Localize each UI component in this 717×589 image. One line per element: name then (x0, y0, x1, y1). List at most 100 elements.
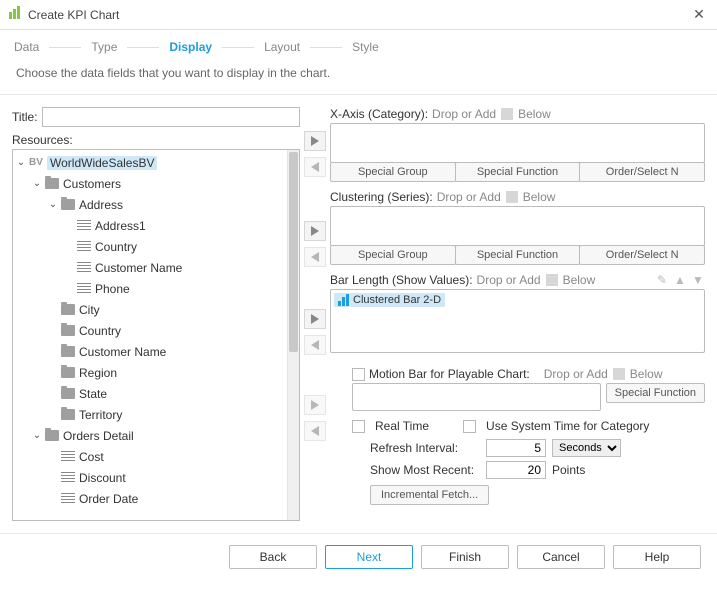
step-separator (49, 47, 81, 48)
incremental-fetch-button[interactable]: Incremental Fetch... (370, 485, 489, 505)
barlength-label: Bar Length (Show Values): (330, 273, 473, 287)
bar-chart-icon (338, 294, 349, 306)
help-button[interactable]: Help (613, 545, 701, 569)
tree-field[interactable]: Region (77, 366, 117, 380)
window-title: Create KPI Chart (28, 8, 689, 22)
next-button[interactable]: Next (325, 545, 413, 569)
step-type[interactable]: Type (91, 40, 117, 54)
tree-field[interactable]: City (77, 303, 100, 317)
motion-section: Motion Bar for Playable Chart: Drop or A… (330, 367, 705, 411)
add-arrow-right[interactable] (304, 395, 326, 415)
order-select-n-button[interactable]: Order/Select N (579, 245, 705, 265)
tree-field[interactable]: Country (77, 324, 121, 338)
below-label: Below (563, 273, 596, 287)
order-select-n-button[interactable]: Order/Select N (579, 162, 705, 182)
field-icon (59, 493, 77, 504)
drop-hint: Drop or Add (432, 107, 496, 121)
add-icon[interactable] (500, 107, 514, 121)
barlength-value-chip[interactable]: Clustered Bar 2-D (334, 293, 445, 307)
folder-icon (59, 199, 77, 210)
back-button[interactable]: Back (229, 545, 317, 569)
add-icon[interactable] (612, 367, 626, 381)
folder-icon (59, 409, 77, 420)
expand-toggle[interactable]: ⌄ (31, 178, 43, 189)
refresh-unit-select[interactable]: Seconds (552, 439, 621, 457)
xaxis-section: X-Axis (Category): Drop or Add Below Spe… (330, 107, 705, 182)
add-icon[interactable] (505, 190, 519, 204)
title-input[interactable] (42, 107, 300, 127)
folder-icon (59, 304, 77, 315)
scrollbar[interactable] (287, 150, 299, 520)
step-separator (310, 47, 342, 48)
folder-icon (59, 346, 77, 357)
tree-field[interactable]: Phone (93, 282, 130, 296)
special-group-button[interactable]: Special Group (330, 162, 456, 182)
refresh-interval-input[interactable] (486, 439, 546, 457)
resources-tree[interactable]: ⌄ BV WorldWideSalesBV ⌄ Customers ⌄ Addr… (12, 149, 300, 521)
remove-arrow-left[interactable] (304, 247, 326, 267)
step-separator (127, 47, 159, 48)
tree-field[interactable]: Customer Name (77, 345, 166, 359)
use-system-time-checkbox[interactable] (463, 420, 476, 433)
motion-checkbox[interactable] (352, 368, 365, 381)
add-icon[interactable] (545, 273, 559, 287)
step-style[interactable]: Style (352, 40, 379, 54)
add-arrow-right[interactable] (304, 131, 326, 151)
footer: Back Next Finish Cancel Help (0, 534, 717, 579)
below-label: Below (523, 190, 556, 204)
refresh-interval-label: Refresh Interval: (370, 441, 480, 455)
tree-field[interactable]: Order Date (77, 492, 138, 506)
motion-dropzone[interactable] (352, 383, 601, 411)
move-up-icon[interactable]: ▲ (673, 273, 687, 287)
special-function-button[interactable]: Special Function (455, 245, 581, 265)
drop-hint: Drop or Add (544, 367, 608, 381)
tree-folder[interactable]: Customers (61, 177, 121, 191)
clustering-label: Clustering (Series): (330, 190, 433, 204)
barlength-dropzone[interactable]: Clustered Bar 2-D (330, 289, 705, 353)
expand-toggle[interactable]: ⌄ (15, 157, 27, 168)
folder-icon (59, 367, 77, 378)
tree-field[interactable]: Territory (77, 408, 122, 422)
tree-root[interactable]: WorldWideSalesBV (45, 156, 157, 170)
tree-field[interactable]: Cost (77, 450, 104, 464)
field-icon (75, 262, 93, 273)
folder-icon (59, 325, 77, 336)
tree-field[interactable]: Country (93, 240, 137, 254)
drop-hint: Drop or Add (477, 273, 541, 287)
tree-field[interactable]: Discount (77, 471, 126, 485)
cancel-button[interactable]: Cancel (517, 545, 605, 569)
tree-field[interactable]: Customer Name (93, 261, 182, 275)
add-arrow-right[interactable] (304, 309, 326, 329)
titlebar: Create KPI Chart ✕ (0, 0, 717, 30)
clustering-dropzone[interactable] (330, 206, 705, 246)
special-group-button[interactable]: Special Group (330, 245, 456, 265)
tree-folder[interactable]: Address (77, 198, 123, 212)
expand-toggle[interactable]: ⌄ (31, 430, 43, 441)
remove-arrow-left[interactable] (304, 335, 326, 355)
step-data[interactable]: Data (14, 40, 39, 54)
subtitle: Choose the data fields that you want to … (0, 58, 717, 94)
step-display[interactable]: Display (169, 40, 212, 54)
remove-arrow-left[interactable] (304, 421, 326, 441)
add-arrow-right[interactable] (304, 221, 326, 241)
move-down-icon[interactable]: ▼ (691, 273, 705, 287)
tree-field[interactable]: State (77, 387, 107, 401)
remove-arrow-left[interactable] (304, 157, 326, 177)
finish-button[interactable]: Finish (421, 545, 509, 569)
tree-folder[interactable]: Orders Detail (61, 429, 134, 443)
title-label: Title: (12, 110, 38, 124)
expand-toggle[interactable]: ⌄ (47, 199, 59, 210)
scrollbar-thumb[interactable] (289, 152, 298, 352)
show-most-recent-input[interactable] (486, 461, 546, 479)
points-label: Points (552, 463, 585, 477)
tree-field[interactable]: Address1 (93, 219, 146, 233)
edit-icon[interactable]: ✎ (655, 273, 669, 287)
xaxis-dropzone[interactable] (330, 123, 705, 163)
close-icon[interactable]: ✕ (689, 6, 709, 23)
resources-label: Resources: (12, 133, 300, 147)
step-layout[interactable]: Layout (264, 40, 300, 54)
special-function-button[interactable]: Special Function (606, 383, 705, 403)
realtime-checkbox[interactable] (352, 420, 365, 433)
field-icon (75, 241, 93, 252)
special-function-button[interactable]: Special Function (455, 162, 581, 182)
